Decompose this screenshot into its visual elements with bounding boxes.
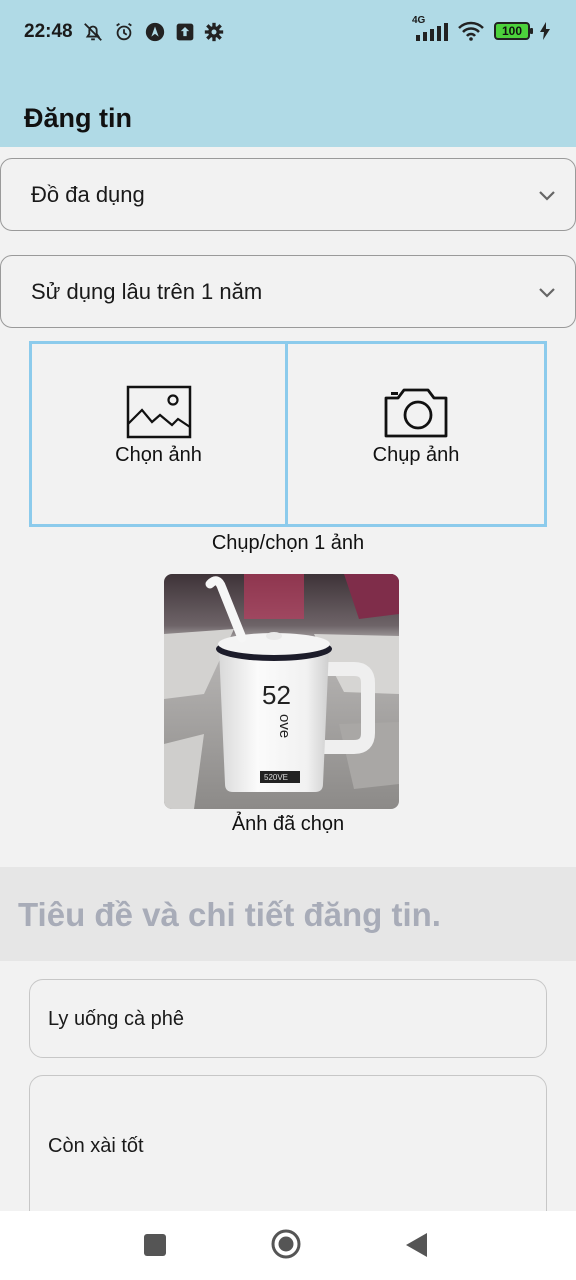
status-icons-left [82,21,224,43]
condition-dropdown[interactable]: Sử dụng lâu trên 1 năm [0,255,576,328]
post-title-field[interactable]: Ly uống cà phê [29,979,547,1058]
recent-apps-icon[interactable] [144,1234,166,1256]
mug-photo: 52 ove 520VE [164,574,399,809]
silent-bell-icon [84,23,102,41]
signal-indicator: 4G [412,15,448,41]
post-title-value: Ly uống cà phê [48,1008,185,1030]
category-dropdown[interactable]: Đồ đa dụng [0,158,576,231]
back-icon[interactable] [406,1233,428,1257]
status-icons-right: 4G 100 [412,15,550,41]
post-description-value: Còn xài tốt [48,1135,144,1157]
mug-text-top: 52 [262,680,291,710]
settings-icon [204,22,224,42]
take-photo-button[interactable]: Chụp ảnh [288,341,547,527]
status-time: 22:48 [24,21,73,42]
mug-text-bottom: 520VE [264,773,288,782]
post-description-field[interactable]: Còn xài tốt [29,1075,547,1225]
status-bar: 22:48 4G 100 [0,15,576,48]
selected-photo-caption: Ảnh đã chọn [231,813,345,835]
alarm-icon [116,22,132,41]
network-type: 4G [412,15,426,26]
details-section-header: Tiêu đề và chi tiết đăng tin. [0,867,576,961]
details-section-title: Tiêu đề và chi tiết đăng tin. [18,896,441,933]
charging-icon [540,22,550,40]
home-icon[interactable] [271,1229,301,1259]
chevron-down-icon [539,191,555,201]
page-title: Đăng tin [24,103,132,133]
battery-level: 100 [501,24,523,38]
condition-value: Sử dụng lâu trên 1 năm [31,278,263,304]
photo-picker: Chọn ảnh Chụp ảnh [29,341,547,527]
choose-photo-button[interactable]: Chọn ảnh [29,341,288,527]
battery-icon: 100 [494,22,533,40]
take-photo-label: Chụp ảnh [372,444,460,466]
upload-icon [176,23,194,41]
navigation-icon [145,22,165,42]
app-screen: 22:48 4G 100 Đăng tin Đồ đa dụng Sử dụng… [0,0,576,1280]
category-value: Đồ đa dụng [31,181,145,207]
image-icon [126,385,191,439]
selected-photo[interactable]: 52 ove 520VE [164,574,399,809]
chevron-down-icon [539,288,555,298]
system-nav-bar [0,1211,576,1280]
photo-hint: Chụp/chọn 1 ảnh [211,532,365,554]
wifi-icon [458,21,484,41]
app-header: 22:48 4G 100 Đăng tin [0,0,576,147]
camera-icon [384,388,448,438]
choose-photo-label: Chọn ảnh [115,444,202,466]
mug-text-side: ove [276,714,293,738]
